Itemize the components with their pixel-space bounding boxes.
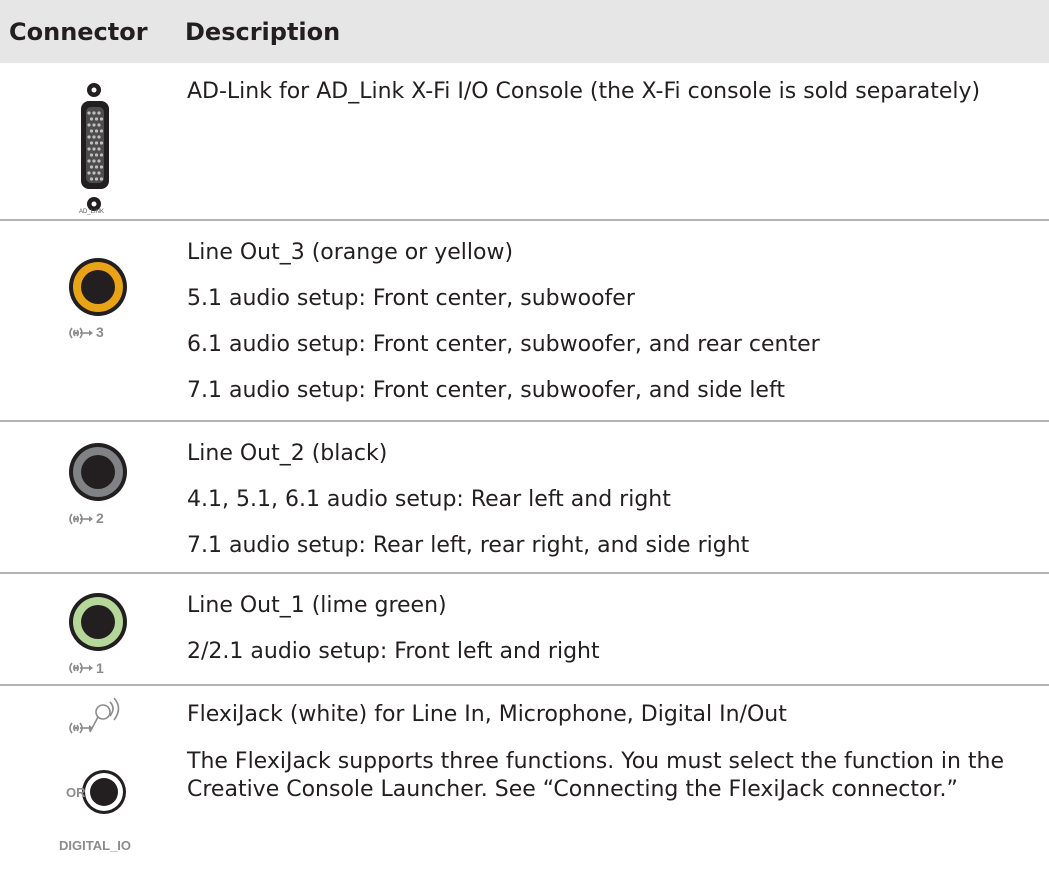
row-line: The FlexiJack supports three functions. … — [187, 749, 1005, 774]
table-row-line-out-1: 1 Line Out_1 (lime green) 2/2.1 audio se… — [0, 574, 1049, 684]
row-line: 6.1 audio setup: Front center, subwoofer… — [187, 332, 820, 357]
flexijack-icon: OR DIGITAL_IO — [0, 686, 185, 866]
line-out-2-jack-icon: 2 — [0, 422, 185, 572]
digital-io-label: DIGITAL_IO — [59, 838, 131, 853]
row-line: 7.1 audio setup: Front center, subwoofer… — [187, 378, 785, 403]
row-line: Line Out_2 (black) — [187, 441, 388, 466]
table-row-ad-link: AD_LINK AD-Link for AD_Link X-Fi I/O Con… — [0, 63, 1049, 215]
row-line: FlexiJack (white) for Line In, Microphon… — [187, 702, 787, 727]
line-out-3-jack-icon: 3 — [0, 221, 185, 419]
table-row-line-out-2: 2 Line Out_2 (black) 4.1, 5.1, 6.1 audio… — [0, 422, 1049, 572]
ad-link-connector-icon: AD_LINK — [0, 63, 185, 215]
or-label: OR — [66, 785, 86, 800]
header-connector: Connector — [9, 18, 148, 46]
row-line: 2/2.1 audio setup: Front left and right — [187, 639, 600, 664]
row-line: Creative Console Launcher. See “Connecti… — [187, 777, 958, 802]
row-line: 7.1 audio setup: Rear left, rear right, … — [187, 533, 750, 558]
table-header: Connector Description — [0, 0, 1049, 63]
table-row-flexijack: OR DIGITAL_IO FlexiJack (white) for Line… — [0, 686, 1049, 866]
jack-number-1: 1 — [96, 660, 104, 676]
row-line: 4.1, 5.1, 6.1 audio setup: Rear left and… — [187, 487, 671, 512]
line-out-1-jack-icon: 1 — [0, 574, 185, 684]
jack-number-3: 3 — [96, 324, 104, 340]
table-row-line-out-3: 3 Line Out_3 (orange or yellow) 5.1 audi… — [0, 221, 1049, 419]
row-line: AD-Link for AD_Link X-Fi I/O Console (th… — [187, 79, 981, 104]
ad-link-label: AD_LINK — [79, 209, 105, 215]
jack-number-2: 2 — [96, 510, 104, 526]
row-line: Line Out_1 (lime green) — [187, 593, 447, 618]
header-description: Description — [185, 18, 341, 46]
row-line: Line Out_3 (orange or yellow) — [187, 240, 514, 265]
row-line: 5.1 audio setup: Front center, subwoofer — [187, 286, 635, 311]
